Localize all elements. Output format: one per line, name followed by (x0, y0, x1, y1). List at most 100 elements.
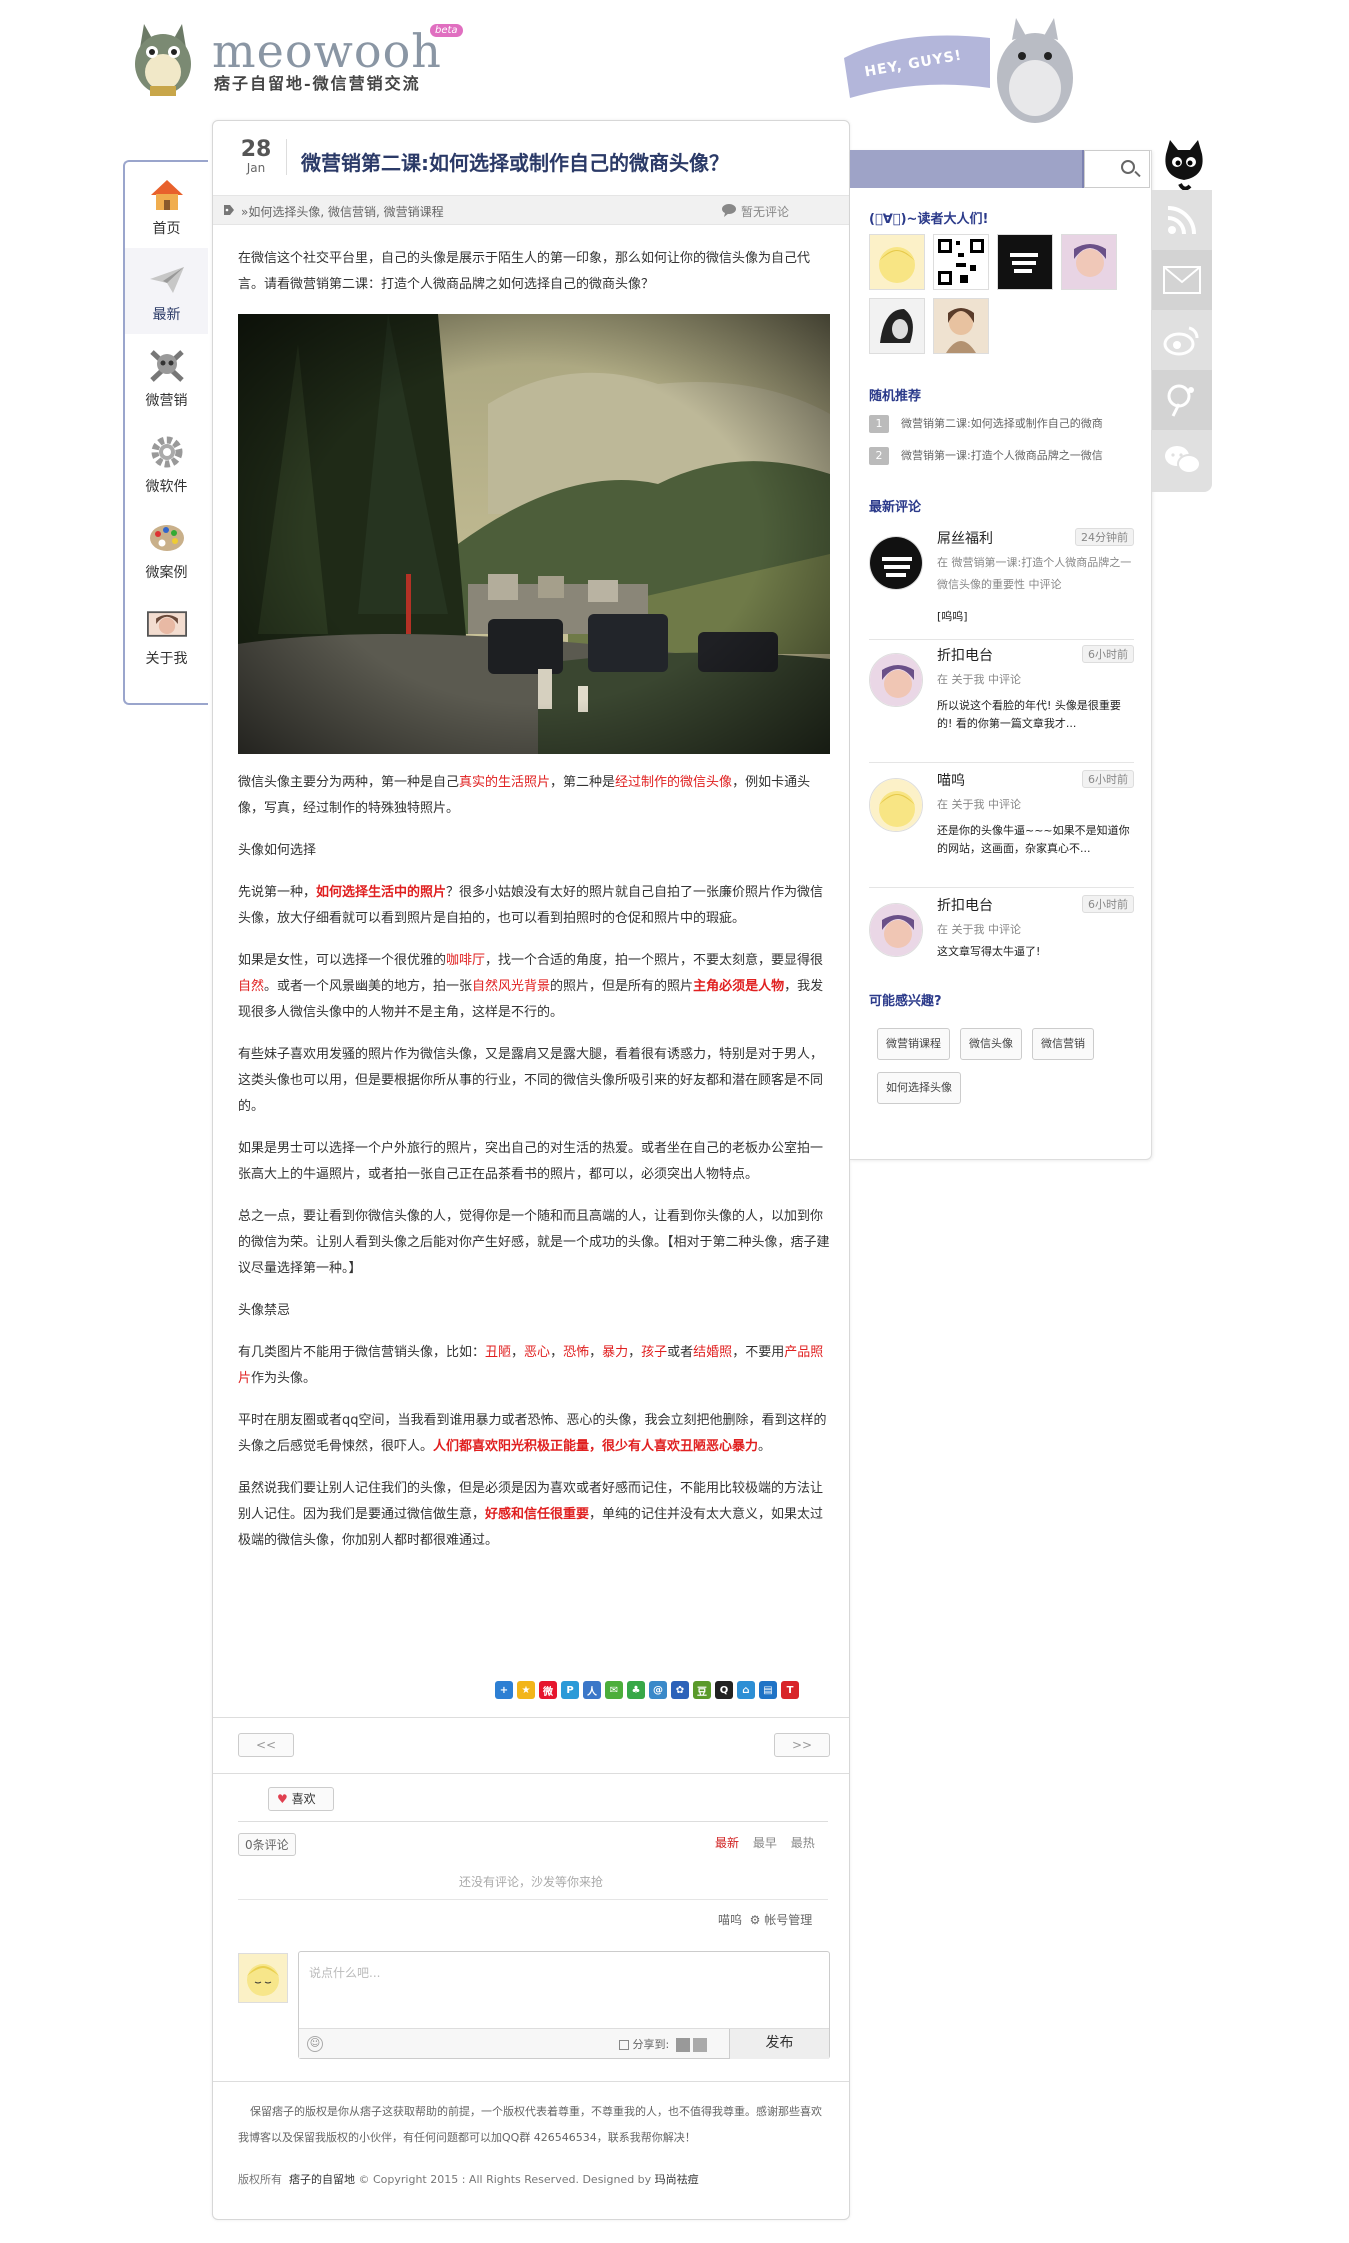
comment-time: 6小时前 (1082, 895, 1134, 913)
latest-comment-item[interactable]: 喵呜 6小时前 在 关于我 中评论 还是你的头像牛逼~~~如果不是知道你的网站，… (869, 770, 1134, 888)
highlight: 丑陋 (485, 1345, 512, 1360)
text: 先说第一种， (238, 885, 317, 900)
share-mail-icon[interactable]: @ (649, 1681, 667, 1699)
nav-about[interactable]: 关于我 (125, 592, 208, 678)
reader-avatar[interactable] (997, 234, 1053, 290)
share-more-icon[interactable]: + (495, 1681, 513, 1699)
emoji-icon[interactable]: ☺ (307, 2036, 323, 2052)
copy-prefix: 版权所有 (238, 2173, 282, 2186)
subheading: 头像如何选择 (238, 843, 317, 858)
comment-textarea[interactable]: 说点什么吧... ☺ 分享到: 发布 (298, 1951, 830, 2059)
reader-avatar[interactable] (869, 298, 925, 354)
wechat-icon[interactable] (1152, 430, 1212, 490)
nav-home[interactable]: 首页 (125, 162, 208, 248)
gear-icon (147, 434, 187, 470)
nav-marketing[interactable]: 微营销 (125, 334, 208, 420)
search-input[interactable] (1084, 150, 1150, 188)
publish-button[interactable]: 发布 (729, 2029, 829, 2059)
sort-hottest[interactable]: 最热 (791, 1836, 815, 1850)
nav-label: 微软件 (145, 479, 188, 495)
paragraph: 如果是男士可以选择一个户外旅行的照片，突出自己的对生活的热爱。或者坐在自己的老板… (238, 1141, 824, 1182)
home-icon (147, 176, 187, 212)
rss-icon[interactable] (1152, 190, 1212, 250)
share-print-icon[interactable]: ▤ (759, 1681, 777, 1699)
account-manage-link[interactable]: ⚙ 帐号管理 (750, 1913, 813, 1927)
divider (869, 762, 1134, 763)
nav-latest[interactable]: 最新 (125, 248, 208, 334)
site-link[interactable]: 痞子的自留地 (289, 2173, 355, 2186)
highlight: 暴力 (602, 1345, 629, 1360)
sort-oldest[interactable]: 最早 (753, 1836, 777, 1850)
highlight: 人们都喜欢阳光积极正能量，很少有人喜欢丑陋恶心暴力 (433, 1439, 759, 1454)
nav-label: 首页 (152, 221, 181, 237)
next-post-button[interactable]: >> (774, 1733, 830, 1757)
cat-icon (1160, 140, 1208, 192)
latest-comment-item[interactable]: 屌丝福利 24分钟前 在 微营销第一课:打造个人微商品牌之一微信头像的重要性 中… (869, 528, 1134, 640)
share-qzone-icon[interactable]: ★ (517, 1681, 535, 1699)
share-home-icon[interactable]: ⌂ (737, 1681, 755, 1699)
share-checkbox[interactable] (619, 2040, 629, 2050)
share-qzone-small-icon[interactable] (693, 2038, 708, 2052)
comment-count-badge: 0条评论 (238, 1833, 296, 1856)
random-post-1[interactable]: 1 微营销第二课:如何选择或制作自己的微商 (869, 415, 1103, 433)
paragraph: 总之一点，要让看到你微信头像的人，觉得你是一个随和而且高端的人，让看到你头像的人… (238, 1209, 830, 1276)
subheading: 头像禁忌 (238, 1303, 291, 1318)
text: 作为头像。 (251, 1371, 317, 1386)
highlight: 咖啡厅 (446, 953, 486, 968)
post-comment-count[interactable]: 暂无评论 (741, 203, 789, 220)
latest-comment-item[interactable]: 折扣电台 6小时前 在 关于我 中评论 这文章写得太牛逼了! (869, 895, 1134, 965)
text: ，第二种是 (550, 775, 616, 790)
latest-comment-item[interactable]: 折扣电台 6小时前 在 关于我 中评论 所以说这个看脸的年代! 头像是很重要的!… (869, 645, 1134, 763)
commenter-name: 折扣电台 (937, 648, 993, 664)
prev-post-button[interactable]: << (238, 1733, 294, 1757)
share-to-label: 分享到: (632, 2038, 670, 2051)
current-user-name[interactable]: 喵呜 (718, 1913, 742, 1927)
share-douban-icon[interactable]: 豆 (693, 1681, 711, 1699)
reader-avatar[interactable] (933, 298, 989, 354)
comment-text: 这文章写得太牛逼了! (937, 945, 1041, 958)
qq-icon[interactable] (1152, 370, 1212, 430)
text: 微信头像主要分为两种，第一种是自己 (238, 775, 460, 790)
beta-badge: beta (430, 24, 463, 37)
copyright-notice: 保留痞子的版权是你从痞子这获取帮助的前提，一个版权代表着尊重，不尊重我的人，也不… (238, 2105, 822, 2144)
share-weibo-small-icon[interactable] (675, 2038, 690, 2052)
text: 如果是女性，可以选择一个很优雅的 (238, 953, 447, 968)
nav-software[interactable]: 微软件 (125, 420, 208, 506)
sort-newest[interactable]: 最新 (715, 1836, 739, 1850)
highlight: 恐怖 (563, 1345, 590, 1360)
mail-icon[interactable] (1152, 250, 1212, 310)
skull-icon (147, 348, 187, 384)
text: 有几类图片不能用于微信营销头像，比如： (238, 1345, 486, 1360)
paragraph: 如果是女性，可以选择一个很优雅的咖啡厅，找一个合适的角度，拍一个照片，不要太刻意… (238, 948, 830, 1026)
paragraph: 在微信这个社交平台里，自己的头像是展示于陌生人的第一印象，那么如何让你的微信头像… (238, 251, 811, 292)
logo-totoro-icon[interactable] (128, 18, 198, 100)
share-to-group: 分享到: (619, 2036, 708, 2052)
like-button[interactable]: ♥ 喜欢 (268, 1787, 334, 1811)
share-weibo-icon[interactable]: 微 (539, 1681, 557, 1699)
share-bar: + ★ 微 P 人 ✉ ♣ @ ✿ 豆 Q ⌂ ▤ T (495, 1681, 799, 1701)
share-tweibo-icon[interactable]: P (561, 1681, 579, 1699)
share-tieba-icon[interactable]: T (781, 1681, 799, 1699)
reader-avatar[interactable] (1061, 234, 1117, 290)
nav-cases[interactable]: 微案例 (125, 506, 208, 592)
share-kaixin-icon[interactable]: ♣ (627, 1681, 645, 1699)
share-baidu-icon[interactable]: ✿ (671, 1681, 689, 1699)
readers-title: (ﾟ∀ﾟ)~读者大人们! (869, 212, 989, 227)
interest-tag[interactable]: 微营销课程 (877, 1028, 950, 1060)
search-icon[interactable] (1121, 160, 1135, 174)
share-renren-icon[interactable]: 人 (583, 1681, 601, 1699)
reader-avatar-qrcode[interactable] (933, 234, 989, 290)
weibo-icon[interactable] (1152, 310, 1212, 370)
interest-tag[interactable]: 微信营销 (1032, 1028, 1094, 1060)
reader-avatar[interactable] (869, 234, 925, 290)
post-content: 在微信这个社交平台里，自己的头像是展示于陌生人的第一印象，那么如何让你的微信头像… (238, 246, 830, 1570)
interest-tag[interactable]: 微信头像 (960, 1028, 1022, 1060)
share-wechat-icon[interactable]: ✉ (605, 1681, 623, 1699)
post-tags[interactable]: »如何选择头像, 微信营销, 微营销课程 (241, 203, 444, 220)
designer-link[interactable]: 玛尚祛痘 (655, 2173, 699, 2186)
post-title[interactable]: 微营销第二课:如何选择或制作自己的微商头像？ (301, 147, 729, 176)
share-qq-icon[interactable]: Q (715, 1681, 733, 1699)
commenter-name: 喵呜 (937, 773, 965, 789)
random-post-2[interactable]: 2 微营销第一课:打造个人微商品牌之一微信 (869, 447, 1103, 465)
interest-tag[interactable]: 如何选择头像 (877, 1072, 961, 1104)
